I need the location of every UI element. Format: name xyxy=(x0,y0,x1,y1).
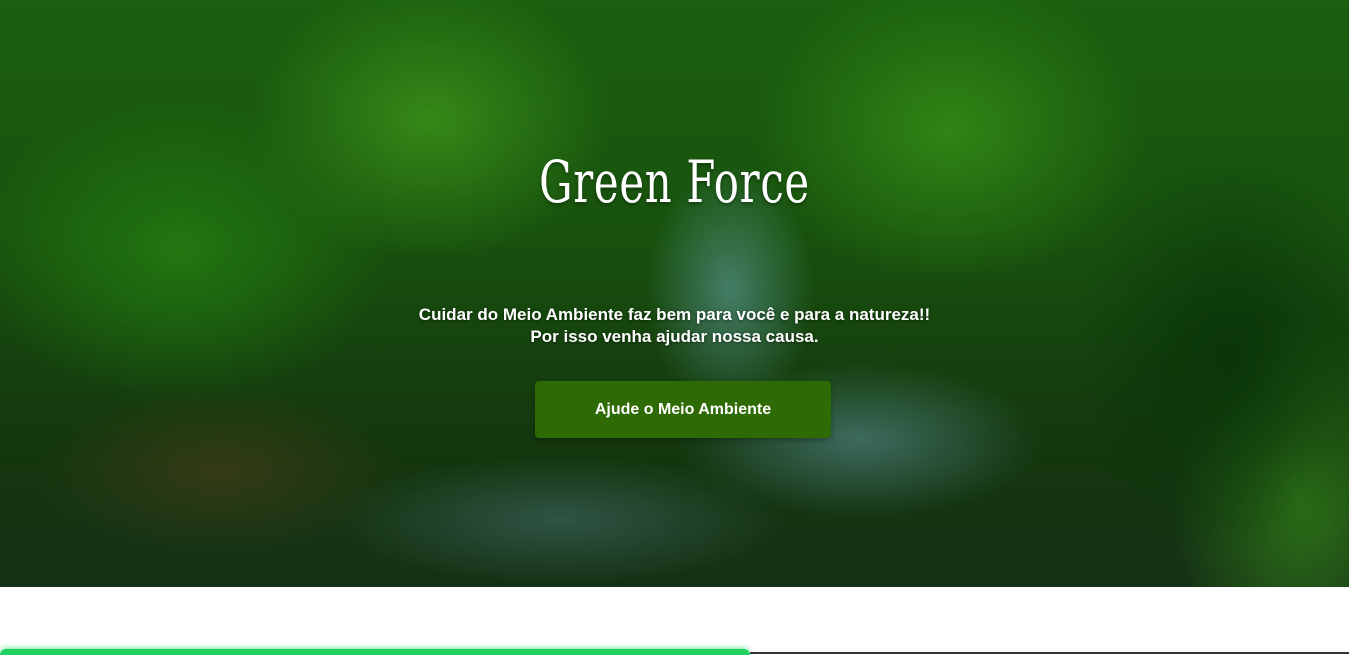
hero-description: Cuidar do Meio Ambiente faz bem para voc… xyxy=(0,304,1349,348)
hero-description-line-2: Por isso venha ajudar nossa causa. xyxy=(530,327,819,346)
hero-description-line-1: Cuidar do Meio Ambiente faz bem para voc… xyxy=(418,305,931,324)
help-environment-button[interactable]: Ajude o Meio Ambiente xyxy=(535,381,831,438)
next-section-card-edge xyxy=(0,649,750,655)
hero-section: Green Force Cuidar do Meio Ambiente faz … xyxy=(0,0,1349,587)
hero-title: Green Force xyxy=(539,148,810,216)
hero-content: Green Force Cuidar do Meio Ambiente faz … xyxy=(0,0,1349,587)
